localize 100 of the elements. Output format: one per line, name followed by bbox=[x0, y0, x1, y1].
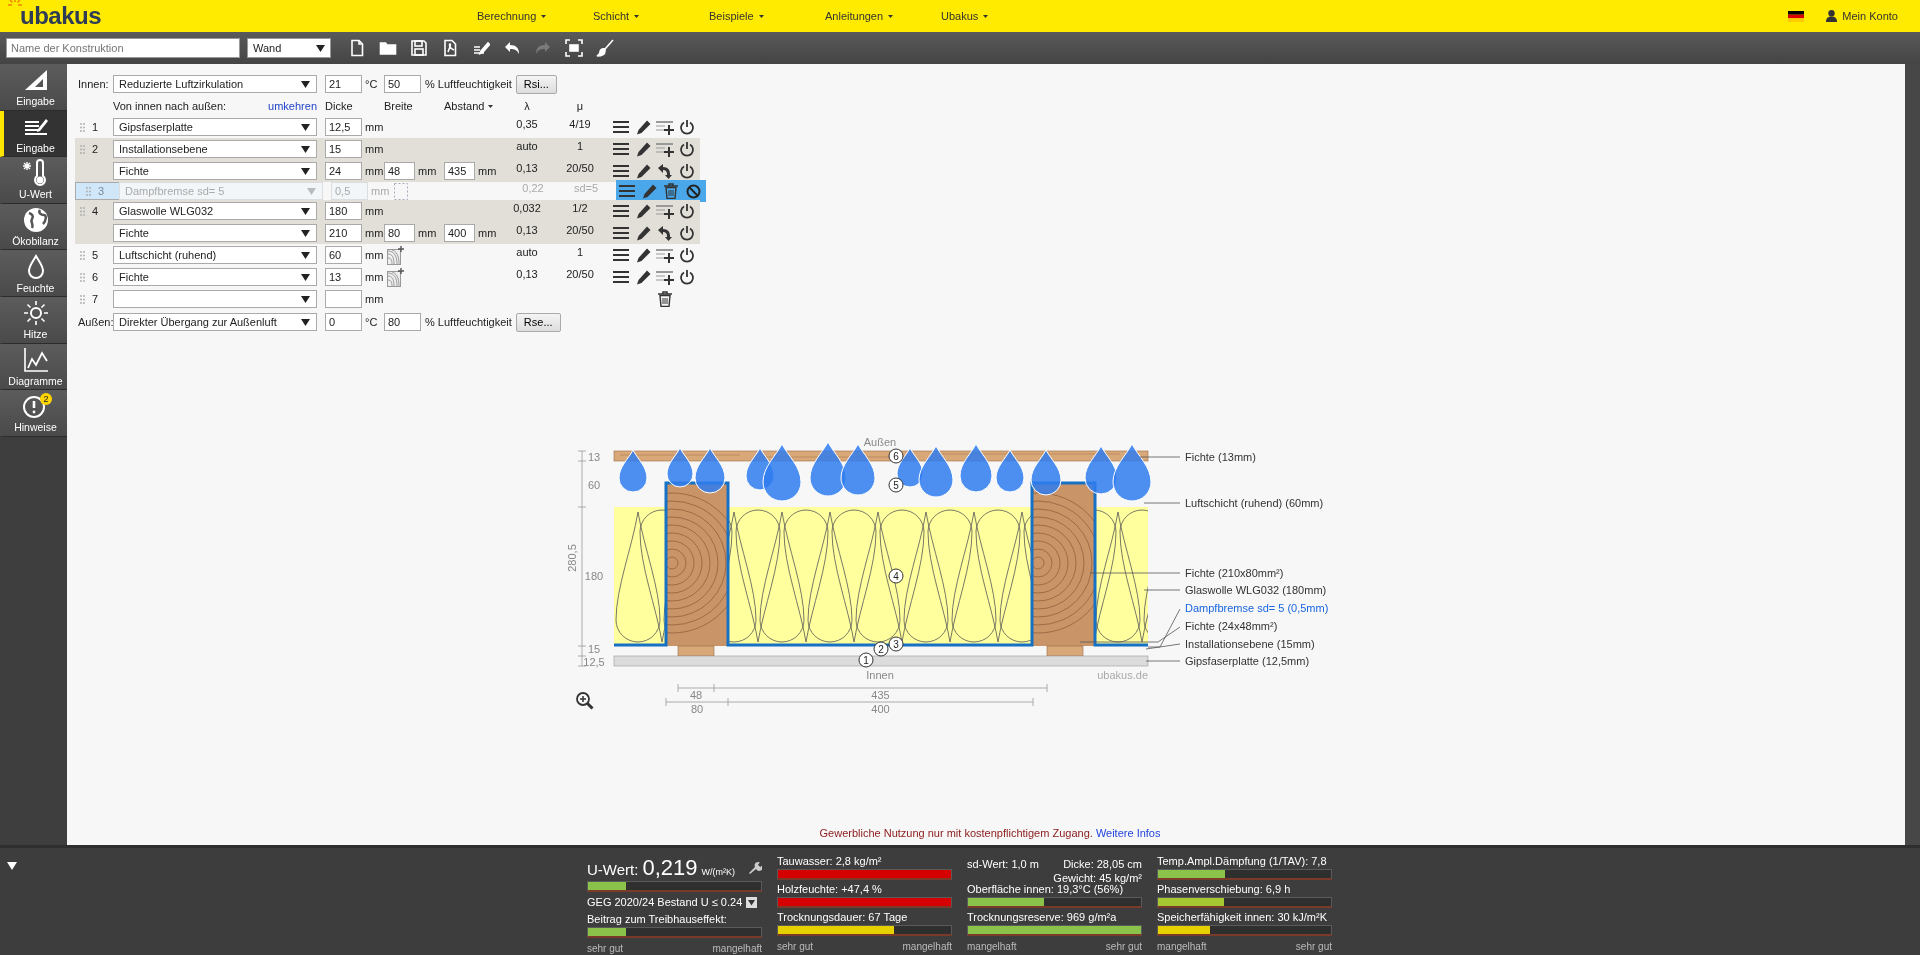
menu-link[interactable]: Berechnung bbox=[477, 10, 593, 22]
sidebar-item[interactable]: U-Wert bbox=[0, 157, 67, 204]
climate-dropdown[interactable]: Reduzierte Luftzirkulation bbox=[113, 75, 317, 93]
menu-icon[interactable] bbox=[619, 184, 635, 198]
trash-icon[interactable] bbox=[664, 183, 678, 199]
menu-link[interactable]: Ubakus bbox=[941, 10, 1057, 22]
menu-icon[interactable] bbox=[613, 142, 629, 156]
power-icon[interactable] bbox=[679, 203, 695, 219]
material-dropdown[interactable]: Gipsfaserplatte bbox=[113, 118, 317, 136]
add-layer-icon[interactable] bbox=[656, 247, 674, 263]
construction-type-dropdown[interactable]: Wand bbox=[247, 38, 331, 58]
column-header[interactable]: Abstand bbox=[444, 100, 485, 112]
material-dropdown[interactable]: Luftschicht (ruhend) bbox=[113, 246, 317, 264]
flag-icon[interactable] bbox=[1788, 10, 1805, 22]
material-dropdown[interactable]: Installationsebene bbox=[113, 140, 317, 158]
sidebar-item[interactable]: Feuchte bbox=[0, 250, 67, 297]
rsi-button[interactable]: Rsi... bbox=[515, 74, 557, 94]
menu-link[interactable]: Schicht bbox=[593, 10, 709, 22]
drag-handle-icon[interactable] bbox=[80, 272, 85, 282]
thickness-input[interactable]: 210 bbox=[325, 224, 362, 242]
menu-icon[interactable] bbox=[613, 270, 629, 284]
reverse-link[interactable]: umkehren bbox=[268, 100, 317, 112]
thickness-input[interactable]: 15 bbox=[325, 140, 362, 158]
thickness-input[interactable]: 60 bbox=[325, 246, 362, 264]
collapse-icon[interactable] bbox=[7, 862, 17, 870]
pencil-icon[interactable] bbox=[635, 269, 651, 285]
humidity-input[interactable]: 80 bbox=[384, 313, 421, 331]
menu-icon[interactable] bbox=[613, 226, 629, 240]
return-arrow-icon[interactable] bbox=[657, 225, 673, 241]
return-arrow-icon[interactable] bbox=[657, 163, 673, 179]
power-icon[interactable] bbox=[679, 269, 695, 285]
add-layer-icon[interactable] bbox=[656, 141, 674, 157]
width-input[interactable]: 80 bbox=[384, 224, 415, 242]
power-icon[interactable] bbox=[679, 141, 695, 157]
drag-handle-icon[interactable] bbox=[86, 186, 91, 196]
prohibited-icon[interactable] bbox=[685, 183, 701, 199]
power-icon[interactable] bbox=[679, 119, 695, 135]
drag-handle-icon[interactable] bbox=[80, 206, 85, 216]
thickness-input[interactable] bbox=[325, 290, 362, 308]
sidebar-item[interactable]: Ökobilanz bbox=[0, 203, 67, 251]
drag-handle-icon[interactable] bbox=[80, 122, 85, 132]
add-pattern-icon[interactable] bbox=[387, 267, 404, 287]
account-link[interactable]: Mein Konto bbox=[1842, 10, 1898, 22]
material-dropdown[interactable]: Glaswolle WLG032 bbox=[113, 202, 317, 220]
unit-label: mm bbox=[364, 249, 384, 261]
power-icon[interactable] bbox=[679, 247, 695, 263]
brush-icon[interactable] bbox=[595, 39, 614, 57]
thickness-input[interactable]: 13 bbox=[325, 268, 362, 286]
material-dropdown[interactable]: Fichte bbox=[113, 268, 317, 286]
menu-icon[interactable] bbox=[613, 204, 629, 218]
material-dropdown[interactable]: Fichte bbox=[113, 224, 317, 242]
logo-wordmark[interactable]: ubakus bbox=[20, 2, 102, 30]
menu-icon[interactable] bbox=[613, 164, 629, 178]
thickness-input[interactable]: 180 bbox=[325, 202, 362, 220]
spacing-input[interactable]: 400 bbox=[444, 224, 475, 242]
sidebar-item[interactable]: Hitze bbox=[0, 296, 67, 344]
width-input[interactable]: 48 bbox=[384, 162, 415, 180]
drag-handle-icon[interactable] bbox=[80, 250, 85, 260]
drag-handle-icon[interactable] bbox=[80, 294, 85, 304]
temperature-input[interactable]: 0 bbox=[325, 313, 362, 331]
power-icon[interactable] bbox=[679, 225, 695, 241]
rse-button[interactable]: Rse... bbox=[515, 312, 561, 332]
drag-handle-icon[interactable] bbox=[80, 144, 85, 154]
sidebar-item[interactable]: Eingabe bbox=[0, 64, 67, 111]
thickness-input[interactable]: 24 bbox=[325, 162, 362, 180]
thickness-input[interactable]: 12,5 bbox=[325, 118, 362, 136]
climate-dropdown[interactable]: Direkter Übergang zur Außenluft bbox=[113, 313, 317, 331]
add-pattern-icon[interactable] bbox=[387, 245, 404, 265]
pencil-icon[interactable] bbox=[635, 141, 651, 157]
sidebar-item[interactable]: Diagramme bbox=[0, 343, 67, 391]
unit-label: mm bbox=[477, 227, 497, 239]
humidity-input[interactable]: 50 bbox=[384, 75, 421, 93]
wrench-icon[interactable] bbox=[748, 861, 762, 875]
spacing-input[interactable]: 435 bbox=[444, 162, 475, 180]
menu-link[interactable]: Beispiele bbox=[709, 10, 825, 22]
temperature-input[interactable]: 21 bbox=[325, 75, 362, 93]
sidebar-item[interactable]: Eingabe bbox=[0, 110, 67, 158]
standard-dropdown[interactable]: GEG 2020/24 Bestand U ≤ 0.24 bbox=[587, 896, 762, 908]
add-layer-icon[interactable] bbox=[656, 269, 674, 285]
folder-icon[interactable] bbox=[378, 39, 397, 57]
trash-icon[interactable] bbox=[658, 291, 672, 307]
construction-name-field[interactable]: Name der Konstruktion bbox=[6, 38, 240, 58]
add-layer-icon[interactable] bbox=[656, 203, 674, 219]
metric-label: Trocknungsdauer: 67 Tage bbox=[777, 911, 909, 923]
zoom-in-icon[interactable] bbox=[576, 692, 594, 710]
power-icon[interactable] bbox=[679, 163, 695, 179]
pencil-icon[interactable] bbox=[635, 247, 651, 263]
more-info-link[interactable]: Weitere Infos bbox=[1095, 827, 1161, 839]
menu-icon[interactable] bbox=[613, 248, 629, 262]
menu-link[interactable]: Anleitungen bbox=[825, 10, 941, 22]
layer-number: 2 bbox=[92, 143, 99, 155]
pencil-icon[interactable] bbox=[635, 225, 651, 241]
save-icon[interactable] bbox=[409, 39, 428, 57]
add-layer-icon[interactable] bbox=[656, 119, 674, 135]
menu-icon[interactable] bbox=[613, 120, 629, 134]
sidebar-item[interactable]: Hinweise 2 bbox=[0, 390, 67, 437]
edit-list-icon[interactable] bbox=[471, 39, 490, 57]
material-dropdown[interactable]: Fichte bbox=[113, 162, 317, 180]
fit-screen-icon[interactable] bbox=[564, 39, 583, 57]
pencil-icon[interactable] bbox=[635, 119, 651, 135]
